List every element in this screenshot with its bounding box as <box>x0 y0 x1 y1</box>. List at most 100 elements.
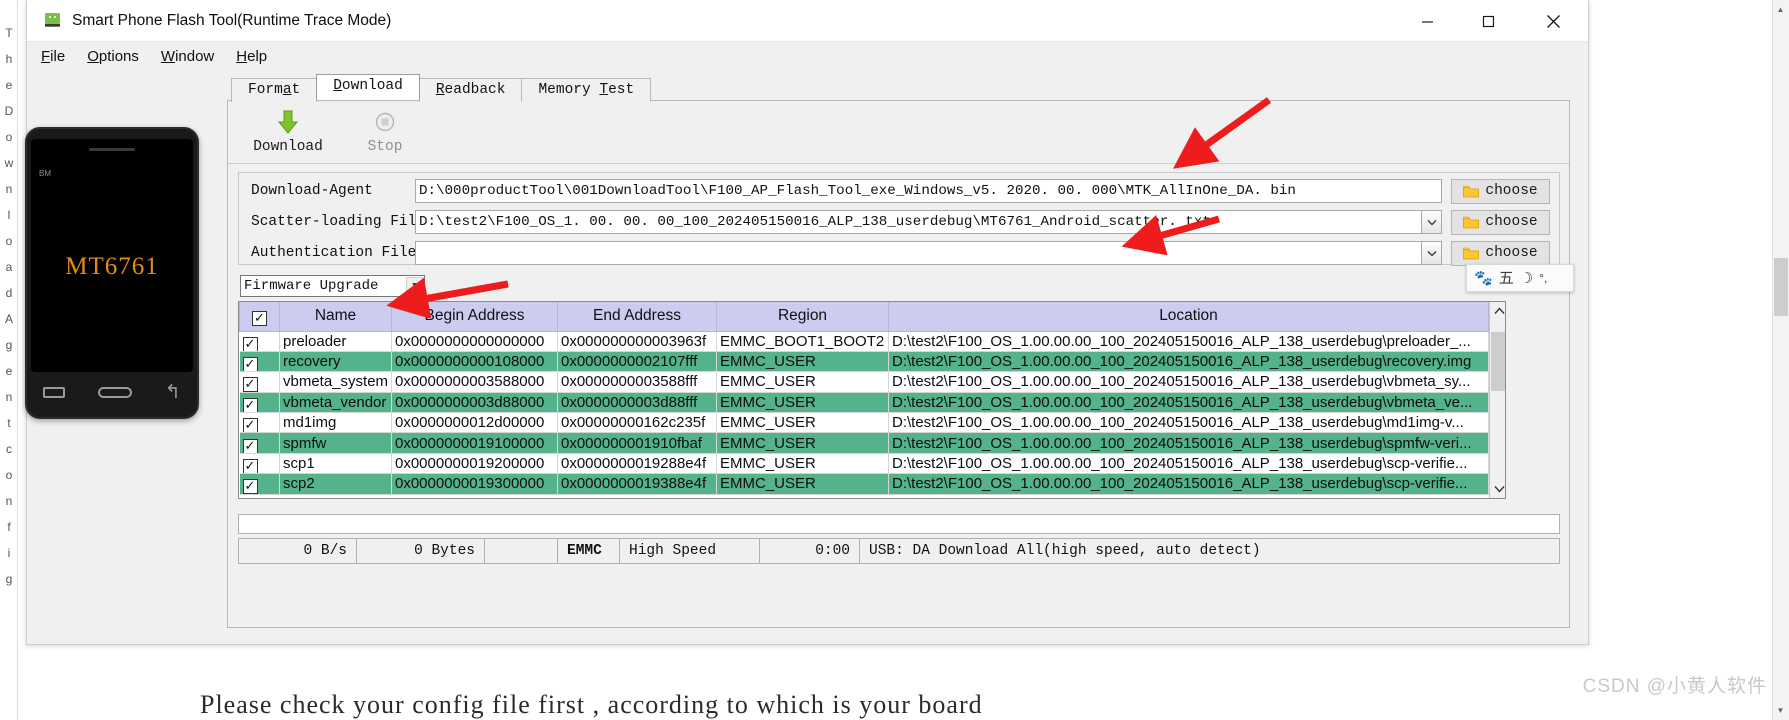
partition-table-body: preloader0x00000000000000000x00000000000… <box>240 331 1489 494</box>
row-location: D:\test2\F100_OS_1.00.00.00_100_20240515… <box>889 474 1489 494</box>
phone-recents-icon <box>43 387 65 398</box>
row-checkbox-cell[interactable] <box>240 453 280 473</box>
table-row[interactable]: spmfw0x00000000191000000x000000001910fba… <box>240 433 1489 453</box>
row-checkbox-cell[interactable] <box>240 413 280 433</box>
column-header-begin-address[interactable]: Begin Address <box>392 302 558 331</box>
row-name: spmfw <box>280 433 392 453</box>
row-region: EMMC_USER <box>717 474 889 494</box>
tab-download[interactable]: Download <box>316 74 420 100</box>
table-scrollbar[interactable] <box>1489 302 1506 498</box>
minimize-button[interactable] <box>1404 0 1450 42</box>
download-mode-combo[interactable]: Firmware Upgrade ▼ <box>240 275 425 297</box>
row-checkbox[interactable] <box>243 357 258 372</box>
ime-mode-label[interactable]: 五 <box>1499 271 1514 286</box>
row-checkbox[interactable] <box>243 479 258 494</box>
download-agent-choose-label: choose <box>1485 183 1537 199</box>
menu-item-window[interactable]: Window <box>161 48 214 65</box>
row-begin-address: 0x0000000000108000 <box>392 351 558 371</box>
table-row[interactable]: scp20x00000000193000000x0000000019388e4f… <box>240 474 1489 494</box>
moon-icon[interactable]: ☽ <box>1520 271 1533 286</box>
row-checkbox[interactable] <box>243 418 258 433</box>
phone-screen: BM MT6761 <box>31 139 193 372</box>
table-scrollbar-thumb[interactable] <box>1491 332 1506 391</box>
close-button[interactable] <box>1530 0 1576 42</box>
row-checkbox[interactable] <box>243 337 258 352</box>
phone-brand-label: BM <box>39 169 51 178</box>
gear-icon[interactable]: °, <box>1539 272 1547 284</box>
page-scrollbar-track[interactable] <box>1772 0 1789 720</box>
table-row[interactable]: recovery0x00000000001080000x000000000210… <box>240 351 1489 371</box>
download-agent-choose-button[interactable]: choose <box>1451 179 1550 204</box>
page-scroll-down-icon[interactable]: ▼ <box>1774 704 1787 717</box>
authentication-file-label: Authentication File <box>239 245 415 261</box>
paw-icon[interactable]: 🐾 <box>1474 271 1493 286</box>
column-header-region[interactable]: Region <box>717 302 889 331</box>
row-checkbox-cell[interactable] <box>240 331 280 351</box>
phone-back-icon: ↰ <box>165 383 181 402</box>
table-row[interactable]: vbmeta_system0x00000000035880000x0000000… <box>240 372 1489 392</box>
table-row[interactable]: md1img0x0000000012d000000x00000000162c23… <box>240 413 1489 433</box>
row-location: D:\test2\F100_OS_1.00.00.00_100_20240515… <box>889 433 1489 453</box>
row-begin-address: 0x0000000003d88000 <box>392 392 558 412</box>
row-location: D:\test2\F100_OS_1.00.00.00_100_20240515… <box>889 331 1489 351</box>
status-blank <box>485 539 558 563</box>
scatter-loading-file-chevron-down-icon[interactable] <box>1421 211 1441 233</box>
table-row[interactable]: vbmeta_vendor0x0000000003d880000x0000000… <box>240 392 1489 412</box>
scatter-loading-file-label: Scatter-loading File <box>239 214 415 230</box>
table-header-row: Name Begin Address End Address Region Lo… <box>240 302 1489 331</box>
authentication-file-choose-button[interactable]: choose <box>1451 241 1550 266</box>
row-checkbox[interactable] <box>243 377 258 392</box>
row-checkbox-cell[interactable] <box>240 392 280 412</box>
stop-button[interactable]: Stop <box>344 107 426 155</box>
row-name: vbmeta_vendor <box>280 392 392 412</box>
download-button[interactable]: Download <box>247 107 329 155</box>
select-all-checkbox[interactable] <box>252 311 267 326</box>
authentication-file-chevron-down-icon[interactable] <box>1421 242 1441 264</box>
row-checkbox[interactable] <box>243 398 258 413</box>
row-name: md1img <box>280 413 392 433</box>
scatter-loading-file-value: D:\test2\F100_OS_1. 00. 00. 00_100_20240… <box>419 214 1211 230</box>
authentication-file-input[interactable] <box>415 241 1442 265</box>
row-checkbox-cell[interactable] <box>240 474 280 494</box>
table-row[interactable]: preloader0x00000000000000000x00000000000… <box>240 331 1489 351</box>
partition-table-grid: Name Begin Address End Address Region Lo… <box>239 302 1489 498</box>
row-end-address: 0x000000001910fbaf <box>558 433 717 453</box>
column-header-location[interactable]: Location <box>889 302 1489 331</box>
background-sidebar-char: h <box>0 46 18 72</box>
row-region: EMMC_USER <box>717 413 889 433</box>
row-end-address: 0x0000000019388e4f <box>558 474 717 494</box>
ime-floating-toolbar[interactable]: 🐾 五 ☽ °, <box>1466 264 1574 292</box>
download-agent-input[interactable]: D:\000productTool\001DownloadTool\F100_A… <box>415 179 1442 203</box>
row-checkbox-cell[interactable] <box>240 372 280 392</box>
maximize-button[interactable] <box>1465 0 1511 42</box>
table-scroll-up-icon[interactable] <box>1490 302 1506 320</box>
download-mode-chevron-down-icon[interactable]: ▼ <box>406 277 423 295</box>
row-checkbox-cell[interactable] <box>240 351 280 371</box>
scatter-loading-file-input[interactable]: D:\test2\F100_OS_1. 00. 00. 00_100_20240… <box>415 210 1442 234</box>
row-checkbox[interactable] <box>243 439 258 454</box>
background-sidebar-char: o <box>0 462 18 488</box>
table-scroll-down-icon[interactable] <box>1490 480 1506 498</box>
title-bar: Smart Phone Flash Tool(Runtime Trace Mod… <box>27 0 1588 42</box>
select-all-header[interactable] <box>240 302 280 331</box>
column-header-name[interactable]: Name <box>280 302 392 331</box>
menu-item-file[interactable]: File <box>41 48 65 65</box>
page-scroll-up-icon[interactable]: ▲ <box>1774 3 1787 16</box>
menu-item-help[interactable]: Help <box>236 48 267 65</box>
menu-item-options[interactable]: Options <box>87 48 139 65</box>
tab-readback[interactable]: Readback <box>419 78 523 102</box>
column-header-end-address[interactable]: End Address <box>558 302 717 331</box>
download-button-label: Download <box>247 139 329 155</box>
tab-format[interactable]: Format <box>231 78 317 102</box>
menu-bar: File Options Window Help <box>27 42 1588 72</box>
row-checkbox[interactable] <box>243 459 258 474</box>
csdn-watermark: CSDN @小黄人软件 <box>1583 671 1767 698</box>
row-begin-address: 0x0000000019100000 <box>392 433 558 453</box>
tab-memory-test[interactable]: Memory Test <box>521 78 651 102</box>
scatter-loading-file-choose-button[interactable]: choose <box>1451 210 1550 235</box>
page-scrollbar-thumb[interactable] <box>1774 258 1788 316</box>
row-checkbox-cell[interactable] <box>240 433 280 453</box>
row-name: scp2 <box>280 474 392 494</box>
phone-preview: BM MT6761 ↰ <box>25 127 199 419</box>
table-row[interactable]: scp10x00000000192000000x0000000019288e4f… <box>240 453 1489 473</box>
